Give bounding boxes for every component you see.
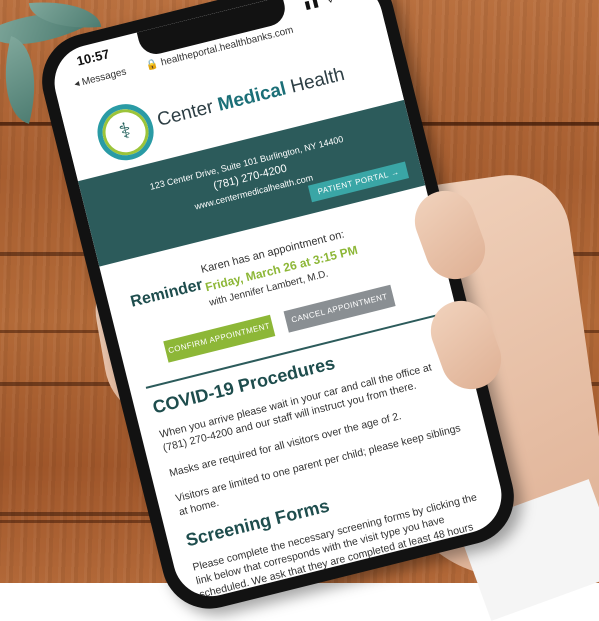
caduceus-icon: ⚕ [116, 117, 134, 145]
cancel-appointment-button[interactable]: CANCEL APPOINTMENT [283, 284, 396, 333]
status-time: 10:57 [75, 46, 112, 69]
lock-icon: 🔒 [144, 58, 160, 73]
confirm-appointment-button[interactable]: CONFIRM APPOINTMENT [163, 314, 276, 363]
reminder-title: Reminder [128, 276, 205, 311]
clinic-logo: ⚕ [91, 98, 160, 167]
